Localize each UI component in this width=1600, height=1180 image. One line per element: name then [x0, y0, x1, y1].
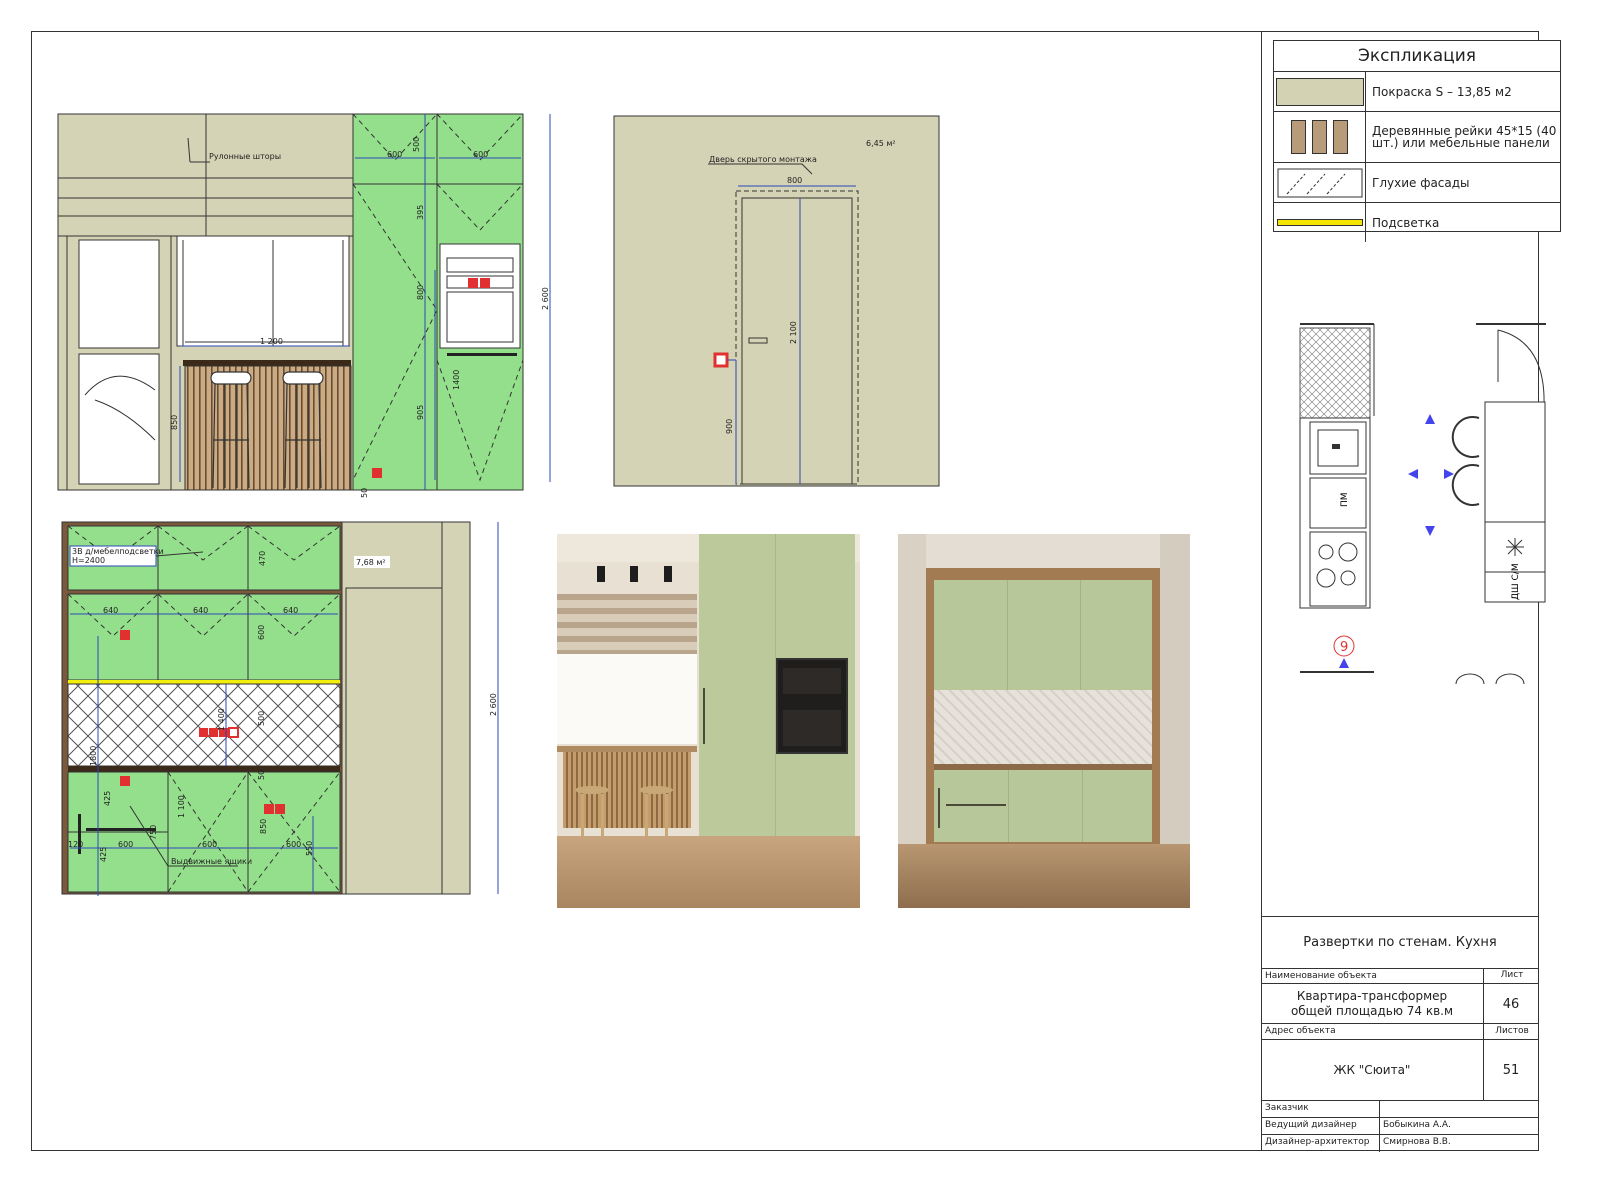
dim-1800: 1800 — [89, 746, 98, 766]
sheet-number: 46 — [1502, 997, 1520, 1012]
dim-600: 600 — [257, 625, 266, 640]
plan-fridge-label: ДШ С/М — [1511, 563, 1521, 600]
door-wall-area: 6,45 м² — [866, 139, 896, 148]
dim-550: 550 — [305, 841, 314, 856]
kitchen-wall-area: 7,68 м² — [356, 558, 386, 567]
backlight-note-line2: Н=2400 — [72, 556, 105, 565]
dim-640-b: 640 — [193, 606, 208, 615]
dim-50: 50 — [257, 770, 266, 780]
legend-title: Экспликация — [1274, 41, 1560, 72]
dim-50: 50 — [360, 488, 369, 498]
dim-425-b: 425 — [99, 847, 108, 862]
dim-600-b: 600 — [473, 150, 488, 159]
dim-kitchen-2600: 2 600 — [489, 693, 498, 716]
dim-640-a: 640 — [103, 606, 118, 615]
object-name-line1: Квартира-трансформер — [1296, 989, 1448, 1003]
elevation-kitchen-wall: 3В д/мебелподсветки Н=2400 7,68 м² 2 600… — [61, 521, 499, 896]
dim-850: 850 — [170, 415, 179, 430]
backlight-note-line1: 3В д/мебелподсветки — [72, 547, 164, 556]
dim-600-a: 600 — [387, 150, 402, 159]
dim-500: 500 — [412, 137, 421, 152]
tb-line — [1261, 983, 1539, 984]
legend-label-facades: Глухие фасады — [1372, 175, 1470, 190]
paint-swatch-icon — [1274, 72, 1366, 111]
key-plan: ПМ ДШ С/М 9 — [1299, 323, 1546, 685]
legend-row-paint: Покраска S – 13,85 м2 — [1274, 72, 1560, 112]
render-photo-1 — [557, 534, 860, 908]
lead-designer-name: Бобыкина А.А. — [1383, 1120, 1451, 1130]
legend-row-light: Подсветка — [1274, 203, 1560, 242]
dim-850: 850 — [259, 819, 268, 834]
dim-1400: 1 400 — [217, 708, 226, 731]
dim-door-900: 900 — [725, 419, 734, 434]
tb-vline — [1483, 969, 1484, 1100]
tb-line — [1261, 1134, 1539, 1135]
legend-label-wood: Деревянные рейки 45*15 (40 шт.) или мебе… — [1372, 124, 1557, 150]
dim-1200: 1 200 — [260, 337, 283, 346]
sheets-total: 51 — [1502, 1063, 1520, 1078]
legend-row-facades: Глухие фасады — [1274, 163, 1560, 203]
elevation-window-wall: Рулонные шторы 600 500 600 395 800 1400 … — [57, 113, 551, 498]
blind-label: Рулонные шторы — [209, 152, 281, 161]
sheet-label: Лист — [1500, 970, 1524, 980]
dim-395: 395 — [416, 205, 425, 220]
sheet-title: Развертки по стенам. Кухня — [1261, 917, 1539, 969]
dim-905: 905 — [416, 405, 425, 420]
dim-600-a: 600 — [118, 840, 133, 849]
architect-name: Смирнова В.В. — [1383, 1137, 1451, 1147]
dim-door-2100: 2 100 — [789, 321, 798, 344]
tb-line — [1261, 1100, 1539, 1101]
legend-row-wood: Деревянные рейки 45*15 (40 шт.) или мебе… — [1274, 112, 1560, 163]
tb-line — [1261, 1117, 1539, 1118]
door-label: Дверь скрытого монтажа — [709, 155, 817, 164]
sheets-label: Листов — [1495, 1026, 1529, 1036]
dim-600-c: 600 — [286, 840, 301, 849]
dim-120: 120 — [68, 840, 83, 849]
legend-panel: Экспликация Покраска S – 13,85 м2 Деревя… — [1273, 40, 1561, 242]
legend-label-paint: Покраска S – 13,85 м2 — [1372, 84, 1512, 99]
object-name: Квартира-трансформер общей площадью 74 к… — [1261, 989, 1483, 1019]
title-block: Развертки по стенам. Кухня Наименование … — [1261, 916, 1539, 1152]
legend-label-light: Подсветка — [1372, 215, 1440, 230]
wood-slats-icon — [1274, 112, 1366, 162]
plan-pm-label: ПМ — [1340, 492, 1350, 507]
architect-label: Дизайнер-архитектор — [1265, 1137, 1370, 1147]
dim-2600: 2 600 — [541, 287, 550, 310]
dim-1100: 1 100 — [177, 795, 186, 818]
dim-1400: 1400 — [452, 370, 461, 390]
dim-door-800: 800 — [787, 176, 802, 185]
tb-line — [1261, 1023, 1539, 1024]
address-label: Адрес объекта — [1265, 1026, 1336, 1036]
lead-designer-label: Ведущий дизайнер — [1265, 1120, 1357, 1130]
render-photo-2 — [898, 534, 1190, 908]
hatch-swatch-icon — [1274, 163, 1366, 202]
elevation-door-wall: Дверь скрытого монтажа 6,45 м² 800 2 100… — [613, 115, 940, 487]
dim-470: 470 — [258, 551, 267, 566]
address: ЖК "Сюита" — [1333, 1063, 1411, 1077]
backlight-swatch-icon — [1274, 203, 1366, 242]
dim-640-c: 640 — [283, 606, 298, 615]
drawers-label: Выдвижные ящики — [171, 857, 252, 866]
tb-line — [1261, 1039, 1539, 1040]
dim-600-b: 600 — [202, 840, 217, 849]
dim-800: 800 — [416, 285, 425, 300]
customer-label: Заказчик — [1265, 1103, 1309, 1113]
dim-500: 500 — [257, 711, 266, 726]
object-name-line2: общей площадью 74 кв.м — [1290, 1004, 1454, 1018]
plan-view-marker: 9 — [1340, 640, 1348, 655]
object-label: Наименование объекта — [1265, 971, 1377, 981]
dim-425-a: 425 — [103, 791, 112, 806]
tb-vline — [1379, 1100, 1380, 1152]
